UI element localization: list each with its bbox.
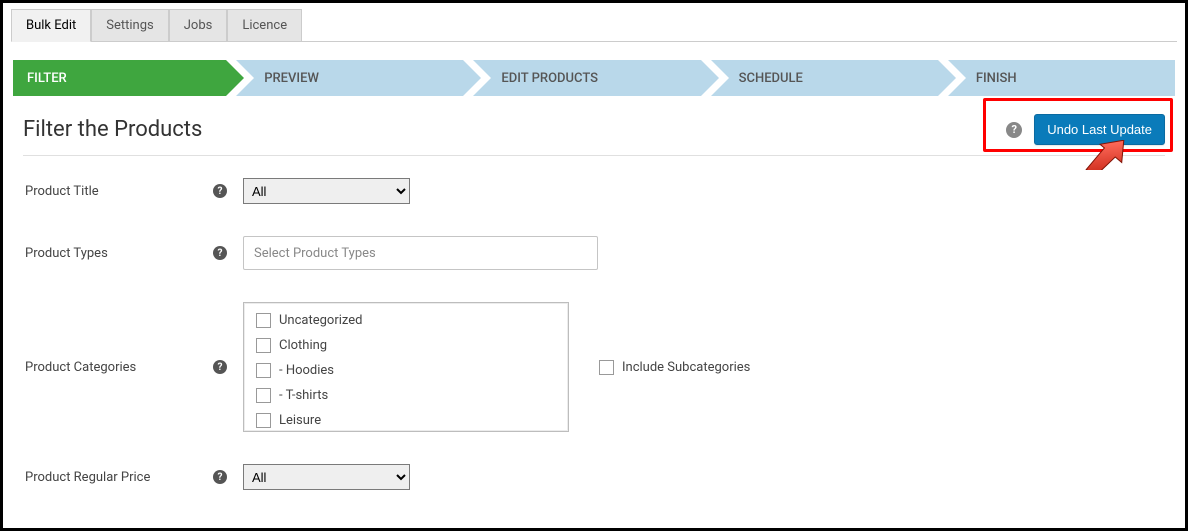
tab-jobs[interactable]: Jobs bbox=[169, 9, 228, 42]
label-product-title: Product Title bbox=[25, 184, 213, 199]
step-schedule[interactable]: SCHEDULE bbox=[711, 60, 938, 96]
category-checkbox[interactable] bbox=[256, 363, 271, 378]
include-subcategories[interactable]: Include Subcategories bbox=[599, 360, 750, 375]
category-checkbox[interactable] bbox=[256, 338, 271, 353]
row-product-regular-price: Product Regular Price ? All bbox=[25, 464, 1165, 490]
category-checkbox[interactable] bbox=[256, 313, 271, 328]
category-option[interactable]: - T-shirts bbox=[256, 388, 562, 403]
product-categories-listbox[interactable]: Uncategorized Clothing - Hoodies - T-shi… bbox=[243, 302, 569, 432]
undo-last-update-button[interactable]: Undo Last Update bbox=[1034, 114, 1165, 145]
include-subcategories-label: Include Subcategories bbox=[622, 360, 750, 375]
help-icon[interactable]: ? bbox=[1006, 122, 1022, 138]
page-title: Filter the Products bbox=[23, 117, 202, 142]
product-regular-price-select[interactable]: All bbox=[243, 464, 410, 490]
include-subcategories-checkbox[interactable] bbox=[599, 360, 614, 375]
row-product-title: Product Title ? All bbox=[25, 178, 1165, 204]
step-preview[interactable]: PREVIEW bbox=[236, 60, 463, 96]
help-icon[interactable]: ? bbox=[213, 246, 227, 260]
category-option[interactable]: Uncategorized bbox=[256, 313, 562, 328]
category-option[interactable]: - Hoodies bbox=[256, 363, 562, 378]
step-finish[interactable]: FINISH bbox=[948, 60, 1175, 96]
admin-tabs: Bulk Edit Settings Jobs Licence bbox=[11, 9, 1177, 42]
tab-settings[interactable]: Settings bbox=[91, 9, 168, 42]
label-product-regular-price: Product Regular Price bbox=[25, 470, 213, 485]
row-product-types: Product Types ? Select Product Types bbox=[25, 236, 1165, 270]
label-product-categories: Product Categories bbox=[25, 360, 213, 375]
help-icon[interactable]: ? bbox=[213, 184, 227, 198]
step-edit-products[interactable]: EDIT PRODUCTS bbox=[473, 60, 700, 96]
category-checkbox[interactable] bbox=[256, 413, 271, 428]
category-checkbox[interactable] bbox=[256, 388, 271, 403]
help-icon[interactable]: ? bbox=[213, 470, 227, 484]
category-option[interactable]: Leisure bbox=[256, 413, 562, 428]
filter-form: Product Title ? All Product Types ? Sele… bbox=[11, 178, 1177, 490]
product-title-select[interactable]: All bbox=[243, 178, 410, 204]
label-product-types: Product Types bbox=[25, 246, 213, 261]
row-product-categories: Product Categories ? Uncategorized Cloth… bbox=[25, 302, 1165, 432]
wizard-steps: FILTER PREVIEW EDIT PRODUCTS SCHEDULE FI… bbox=[11, 60, 1177, 96]
product-types-input[interactable]: Select Product Types bbox=[243, 236, 598, 270]
step-filter[interactable]: FILTER bbox=[13, 60, 226, 96]
tab-bulk-edit[interactable]: Bulk Edit bbox=[11, 9, 91, 42]
page-heading-row: Filter the Products ? Undo Last Update bbox=[23, 108, 1165, 156]
category-option[interactable]: Clothing bbox=[256, 338, 562, 353]
tab-licence[interactable]: Licence bbox=[227, 9, 302, 42]
help-icon[interactable]: ? bbox=[213, 360, 227, 374]
